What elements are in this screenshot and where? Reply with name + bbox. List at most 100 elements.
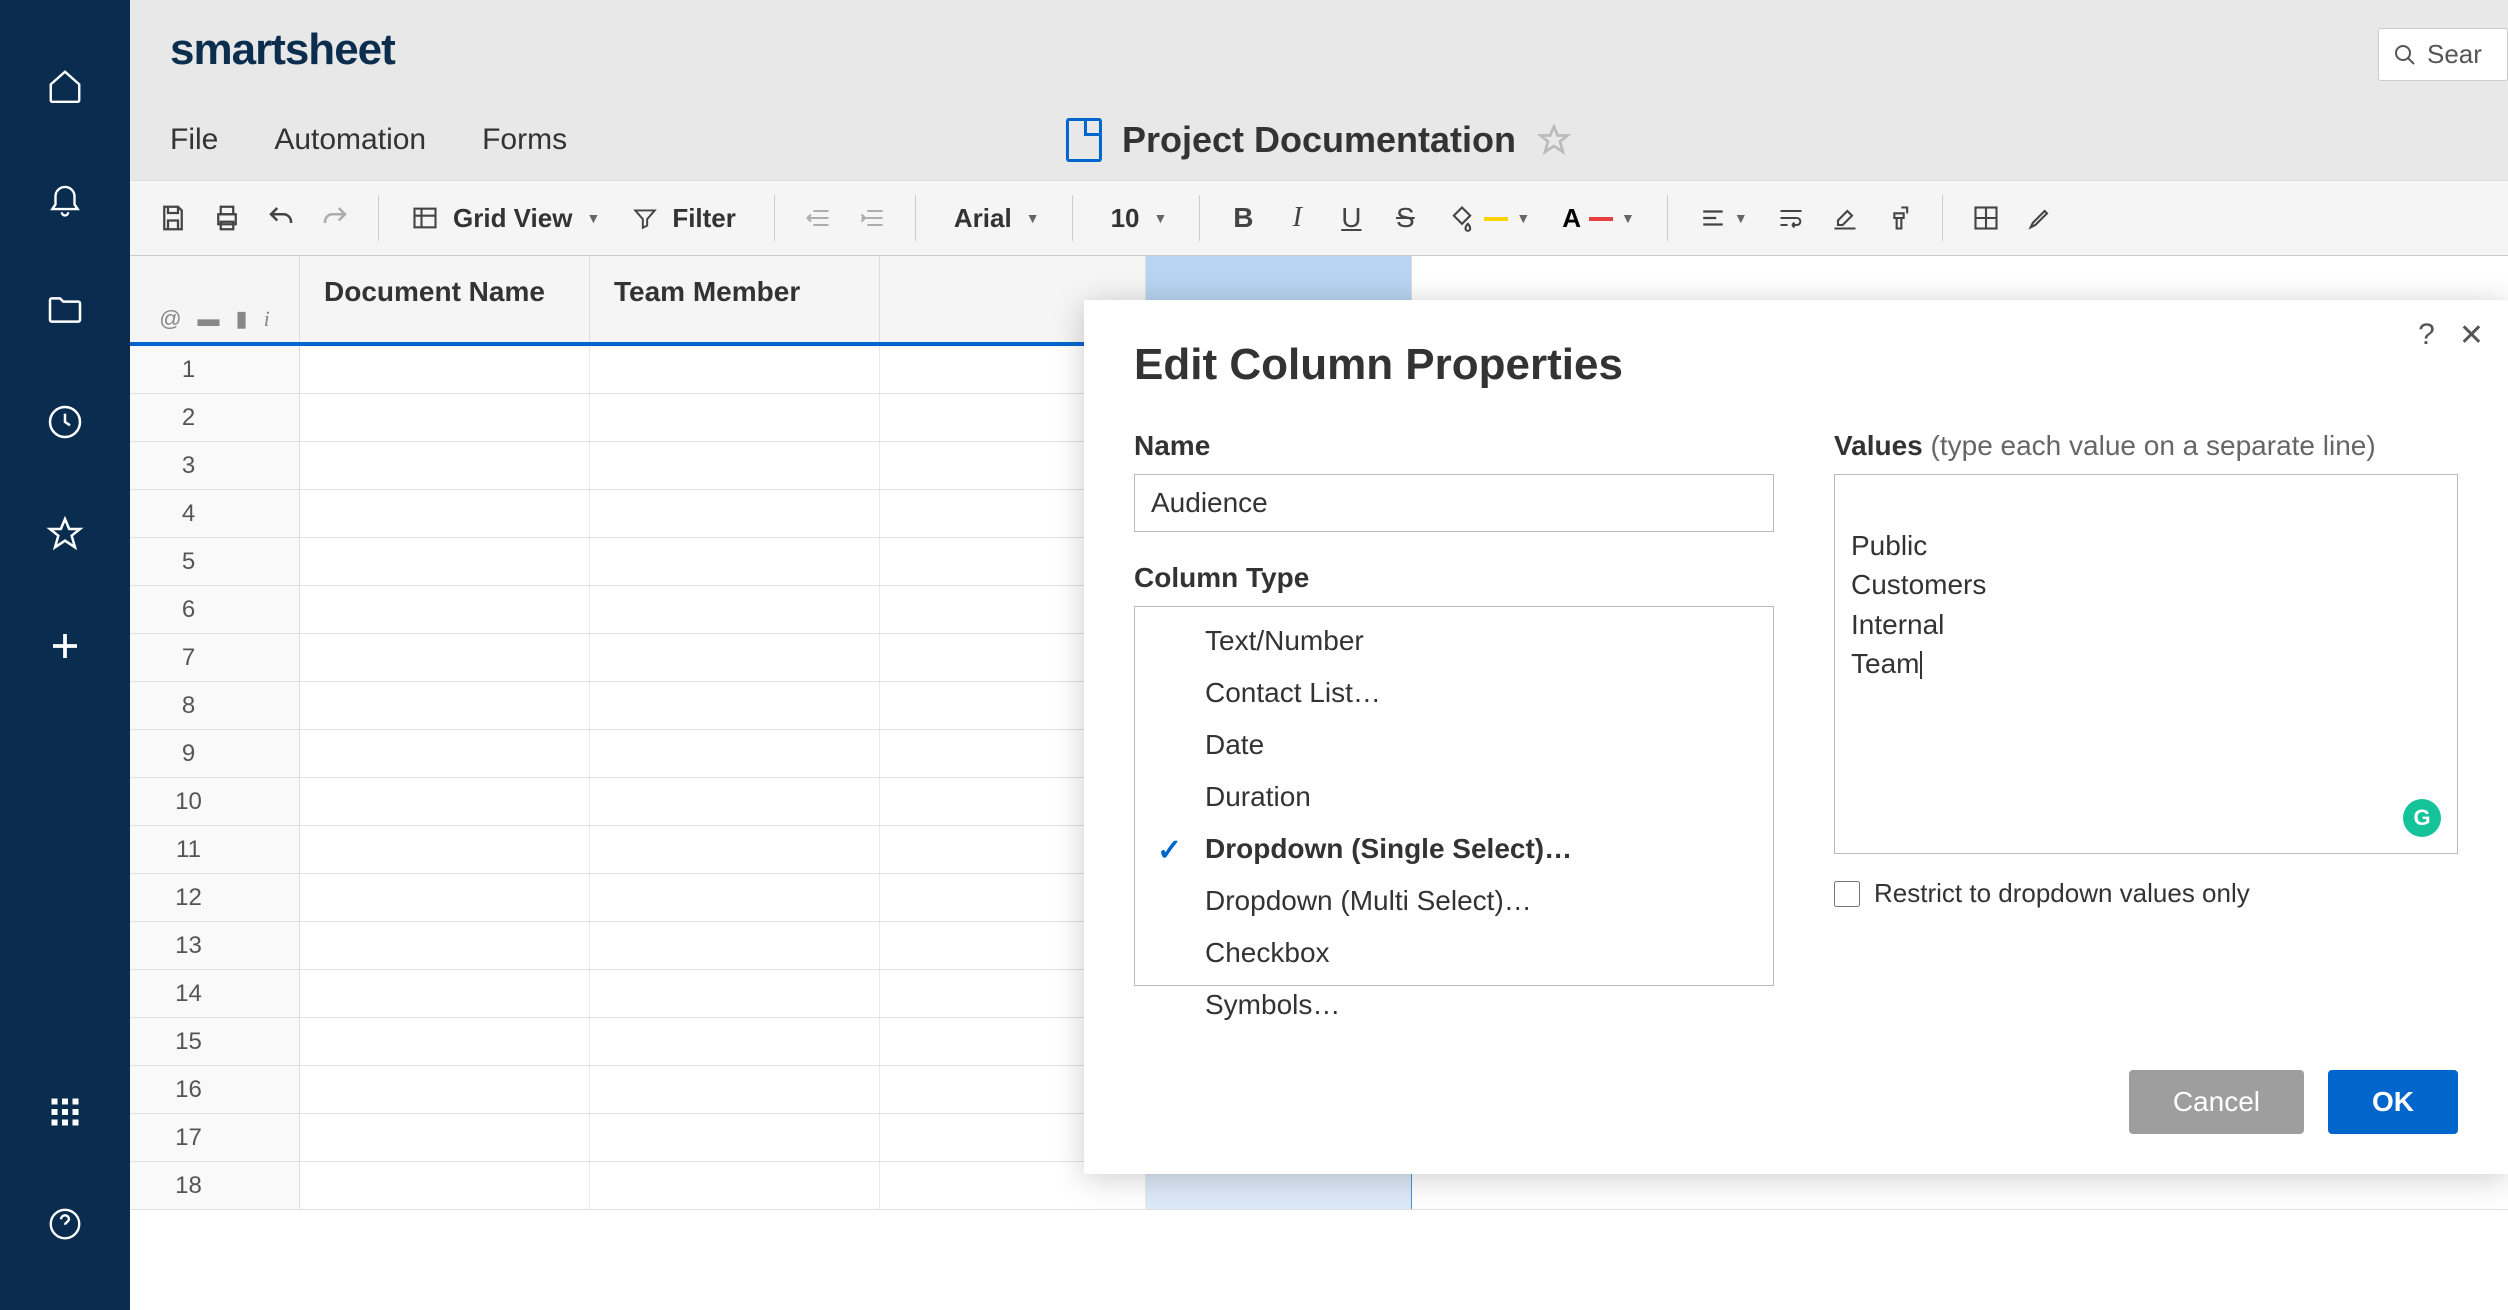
cell[interactable]	[590, 874, 880, 921]
column-type-option[interactable]: Symbols…	[1135, 979, 1773, 1031]
column-header-document-name[interactable]: Document Name	[300, 256, 590, 342]
favorites-icon[interactable]	[44, 513, 86, 555]
row-number[interactable]: 17	[130, 1114, 300, 1161]
menu-file[interactable]: File	[170, 123, 218, 157]
cell[interactable]	[300, 682, 590, 729]
outdent-icon[interactable]	[795, 195, 841, 241]
fill-color-button[interactable]: ▼	[1436, 198, 1542, 238]
cell[interactable]	[300, 442, 590, 489]
redo-icon[interactable]	[312, 195, 358, 241]
ok-button[interactable]: OK	[2328, 1070, 2458, 1134]
font-size-selector[interactable]: 10 ▼	[1093, 197, 1180, 240]
dialog-close-icon[interactable]: ✕	[2459, 318, 2484, 353]
cell[interactable]	[590, 922, 880, 969]
row-number[interactable]: 13	[130, 922, 300, 969]
help-icon[interactable]	[44, 1203, 86, 1245]
row-number[interactable]: 10	[130, 778, 300, 825]
undo-icon[interactable]	[258, 195, 304, 241]
row-number[interactable]: 8	[130, 682, 300, 729]
notifications-icon[interactable]	[44, 177, 86, 219]
column-type-option[interactable]: Dropdown (Multi Select)…	[1135, 875, 1773, 927]
column-header-team-member[interactable]: Team Member	[590, 256, 880, 342]
cell[interactable]	[300, 634, 590, 681]
cell[interactable]	[300, 1114, 590, 1161]
star-icon[interactable]	[1536, 122, 1572, 158]
row-number[interactable]: 16	[130, 1066, 300, 1113]
print-icon[interactable]	[204, 195, 250, 241]
row-number[interactable]: 7	[130, 634, 300, 681]
row-number[interactable]: 2	[130, 394, 300, 441]
values-textarea[interactable]: PublicCustomersInternalTeam G	[1834, 474, 2458, 854]
cell[interactable]	[590, 586, 880, 633]
cell[interactable]	[300, 778, 590, 825]
save-icon[interactable]	[150, 195, 196, 241]
filter-button[interactable]: Filter	[620, 197, 754, 240]
cell[interactable]	[300, 874, 590, 921]
cell[interactable]	[590, 634, 880, 681]
cell[interactable]	[300, 1066, 590, 1113]
cell[interactable]	[590, 346, 880, 393]
cell[interactable]	[590, 490, 880, 537]
row-number[interactable]: 9	[130, 730, 300, 777]
cell[interactable]	[590, 442, 880, 489]
row-number[interactable]: 12	[130, 874, 300, 921]
cell[interactable]	[300, 394, 590, 441]
column-type-option[interactable]: Duration	[1135, 771, 1773, 823]
row-number[interactable]: 5	[130, 538, 300, 585]
apps-icon[interactable]	[44, 1091, 86, 1133]
column-type-option[interactable]: Checkbox	[1135, 927, 1773, 979]
column-type-option[interactable]: Contact List…	[1135, 667, 1773, 719]
borders-icon[interactable]	[1963, 195, 2009, 241]
cell[interactable]	[590, 970, 880, 1017]
home-icon[interactable]	[44, 65, 86, 107]
column-name-input[interactable]	[1134, 474, 1774, 532]
strikethrough-icon[interactable]: S	[1382, 195, 1428, 241]
cancel-button[interactable]: Cancel	[2129, 1070, 2304, 1134]
underline-icon[interactable]: U	[1328, 195, 1374, 241]
restrict-checkbox[interactable]	[1834, 881, 1860, 907]
row-number[interactable]: 14	[130, 970, 300, 1017]
cell[interactable]	[300, 586, 590, 633]
cell[interactable]	[300, 826, 590, 873]
cell[interactable]	[300, 1162, 590, 1209]
cell[interactable]	[300, 1018, 590, 1065]
cell[interactable]	[300, 490, 590, 537]
cell[interactable]	[590, 1018, 880, 1065]
menu-forms[interactable]: Forms	[482, 123, 567, 157]
row-number[interactable]: 18	[130, 1162, 300, 1209]
dialog-help-icon[interactable]: ?	[2418, 318, 2435, 353]
cell[interactable]	[590, 826, 880, 873]
view-selector[interactable]: Grid View ▼	[399, 197, 612, 240]
font-selector[interactable]: Arial ▼	[936, 197, 1052, 240]
cell[interactable]	[590, 1114, 880, 1161]
cell[interactable]	[590, 778, 880, 825]
row-number[interactable]: 1	[130, 346, 300, 393]
grammarly-icon[interactable]: G	[2403, 799, 2441, 837]
cell[interactable]	[300, 538, 590, 585]
clear-format-icon[interactable]	[1822, 195, 1868, 241]
wrap-icon[interactable]	[1768, 195, 1814, 241]
cell[interactable]	[300, 346, 590, 393]
cell[interactable]	[590, 682, 880, 729]
cell[interactable]	[300, 730, 590, 777]
row-number[interactable]: 15	[130, 1018, 300, 1065]
restrict-checkbox-row[interactable]: Restrict to dropdown values only	[1834, 878, 2458, 909]
bold-icon[interactable]: B	[1220, 195, 1266, 241]
cell[interactable]	[590, 730, 880, 777]
menu-automation[interactable]: Automation	[274, 123, 426, 157]
indent-icon[interactable]	[849, 195, 895, 241]
cell[interactable]	[590, 538, 880, 585]
column-type-option[interactable]: Date	[1135, 719, 1773, 771]
row-number[interactable]: 11	[130, 826, 300, 873]
add-icon[interactable]	[44, 625, 86, 667]
column-type-option[interactable]: Text/Number	[1135, 615, 1773, 667]
search-input[interactable]: Sear	[2378, 28, 2508, 81]
cell[interactable]	[300, 970, 590, 1017]
recents-icon[interactable]	[44, 401, 86, 443]
highlight-icon[interactable]	[2017, 195, 2063, 241]
cell[interactable]	[590, 394, 880, 441]
cell[interactable]	[590, 1066, 880, 1113]
row-number[interactable]: 6	[130, 586, 300, 633]
text-color-button[interactable]: A▼	[1550, 197, 1647, 240]
align-button[interactable]: ▼	[1688, 199, 1760, 237]
